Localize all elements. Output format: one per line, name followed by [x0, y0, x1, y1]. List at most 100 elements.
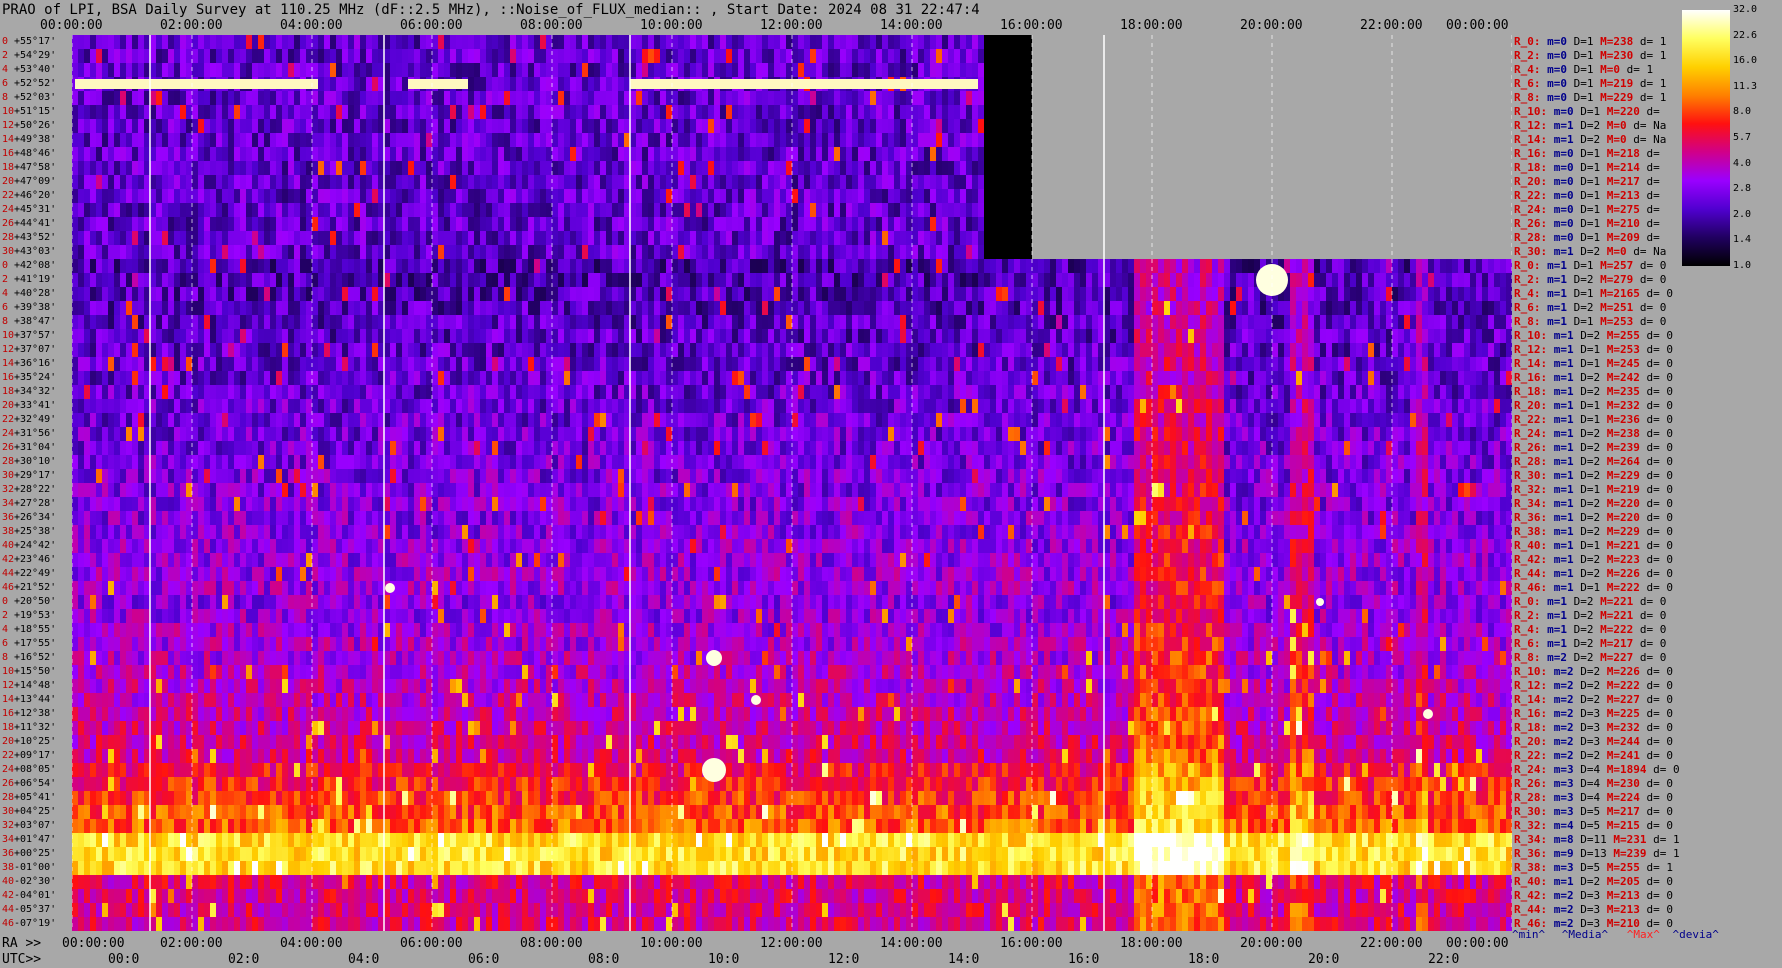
heatmap-cell	[840, 91, 846, 106]
heatmap-cell	[1374, 259, 1380, 274]
heatmap-cell	[708, 147, 714, 162]
heatmap-cell	[132, 385, 138, 400]
heatmap-cell	[348, 203, 354, 218]
heatmap-cell	[462, 105, 468, 120]
heatmap-cell	[270, 385, 276, 400]
heatmap-cell	[498, 119, 504, 134]
heatmap-cell	[162, 231, 168, 246]
heatmap-cell	[588, 35, 594, 50]
heatmap-cell	[1158, 385, 1164, 400]
heatmap-cell	[222, 91, 228, 106]
heatmap-cell	[660, 63, 666, 78]
heatmap-cell	[552, 119, 558, 134]
heatmap-cell	[924, 259, 930, 274]
heatmap-cell	[960, 315, 966, 330]
heatmap-cell	[606, 203, 612, 218]
heatmap-cell	[1488, 343, 1494, 358]
heatmap-cell	[246, 49, 252, 64]
heatmap-cell	[456, 371, 462, 386]
heatmap-cell	[624, 287, 630, 302]
heatmap-cell	[450, 371, 456, 386]
heatmap-cell	[210, 105, 216, 120]
heatmap-cell	[1140, 385, 1146, 400]
heatmap-cell	[900, 119, 906, 134]
heatmap-cell	[708, 161, 714, 176]
heatmap-cell	[972, 161, 978, 176]
heatmap-cell	[1446, 371, 1452, 386]
heatmap-cell	[912, 245, 918, 260]
heatmap-cell	[888, 357, 894, 372]
heatmap-cell	[570, 105, 576, 120]
heatmap-cell	[1452, 315, 1458, 330]
heatmap-cell	[1332, 343, 1338, 358]
heatmap-cell	[666, 63, 672, 78]
heatmap-cell	[330, 301, 336, 316]
heatmap-cell	[684, 119, 690, 134]
heatmap-cell	[906, 371, 912, 386]
heatmap-cell	[1434, 357, 1440, 372]
heatmap-cell	[606, 77, 612, 92]
heatmap-cell	[966, 231, 972, 246]
heatmap-cell	[1404, 329, 1410, 344]
heatmap-cell	[1308, 357, 1314, 372]
heatmap-cell	[930, 133, 936, 148]
heatmap-cell	[474, 371, 480, 386]
heatmap-cell	[342, 147, 348, 162]
heatmap-cell	[300, 385, 306, 400]
heatmap-cell	[156, 119, 162, 134]
heatmap-cell	[390, 315, 396, 330]
heatmap-cell	[864, 245, 870, 260]
heatmap-cell	[846, 91, 852, 106]
heatmap-cell	[528, 301, 534, 316]
heatmap-cell	[240, 175, 246, 190]
heatmap-cell	[1050, 329, 1056, 344]
heatmap-cell	[402, 147, 408, 162]
heatmap-cell	[144, 385, 150, 400]
heatmap-cell	[678, 385, 684, 400]
heatmap-cell	[162, 273, 168, 288]
heatmap-cell	[714, 385, 720, 400]
heatmap-cell	[90, 329, 96, 344]
heatmap-cell	[816, 35, 822, 50]
heatmap-cell	[822, 133, 828, 148]
heatmap-cell	[894, 119, 900, 134]
heatmap-cell	[84, 301, 90, 316]
heatmap-cell	[540, 175, 546, 190]
heatmap-cell	[726, 357, 732, 372]
heatmap-cell	[936, 147, 942, 162]
heatmap-cell	[468, 63, 474, 78]
heatmap-cell	[828, 301, 834, 316]
heatmap-cell	[792, 343, 798, 358]
heatmap-cell	[558, 49, 564, 64]
heatmap-cell	[402, 259, 408, 274]
heatmap-cell	[756, 357, 762, 372]
heatmap-cell	[174, 119, 180, 134]
heatmap-cell	[912, 301, 918, 316]
heatmap-cell	[600, 217, 606, 232]
heatmap-cell	[702, 147, 708, 162]
heatmap-cell	[180, 371, 186, 386]
heatmap-cell	[1470, 287, 1476, 302]
heatmap-cell	[342, 91, 348, 106]
heatmap-cell	[732, 357, 738, 372]
heatmap-cell	[534, 245, 540, 260]
heatmap-cell	[708, 329, 714, 344]
heatmap-cell	[918, 189, 924, 204]
heatmap-cell	[948, 189, 954, 204]
heatmap-cell	[360, 385, 366, 400]
heatmap-cell	[558, 371, 564, 386]
heatmap-cell	[180, 35, 186, 50]
heatmap-cell	[780, 189, 786, 204]
heatmap-cell	[276, 385, 282, 400]
heatmap-cell	[312, 259, 318, 274]
heatmap-cell	[636, 371, 642, 386]
heatmap-cell	[1062, 343, 1068, 358]
heatmap-cell	[216, 161, 222, 176]
heatmap-cell	[396, 91, 402, 106]
heatmap-cell	[564, 245, 570, 260]
heatmap-cell	[972, 119, 978, 134]
heatmap-cell	[1260, 385, 1266, 400]
heatmap-cell	[366, 301, 372, 316]
heatmap-cell	[390, 287, 396, 302]
heatmap-cell	[1284, 357, 1290, 372]
